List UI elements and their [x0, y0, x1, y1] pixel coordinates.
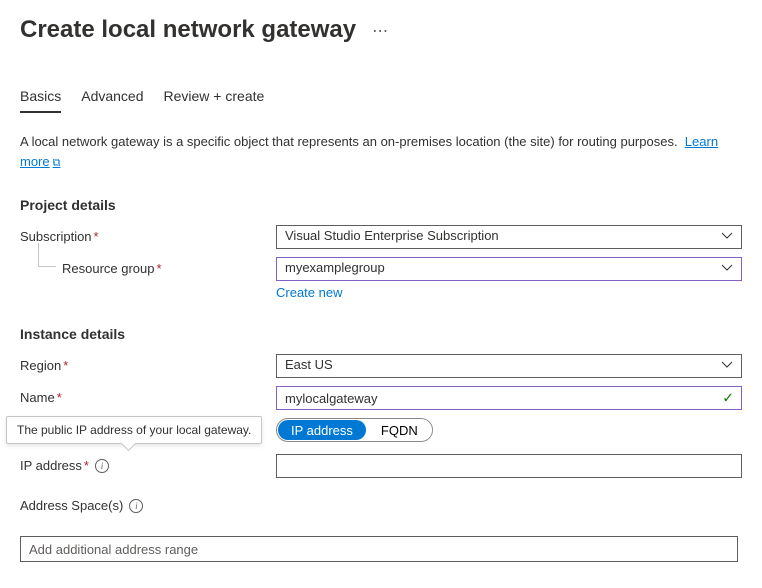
resource-group-dropdown[interactable]: myexamplegroup	[276, 257, 742, 281]
required-indicator: *	[57, 390, 62, 405]
more-icon: ⋯	[372, 23, 390, 40]
resource-group-label: Resource group	[62, 261, 155, 276]
info-icon[interactable]: i	[95, 459, 109, 473]
endpoint-fqdn-option[interactable]: FQDN	[367, 419, 432, 441]
tree-connector	[38, 243, 56, 267]
endpoint-tooltip: The public IP address of your local gate…	[6, 416, 262, 444]
required-indicator: *	[84, 458, 89, 473]
chevron-down-icon	[721, 359, 733, 374]
tab-review-create[interactable]: Review + create	[164, 84, 265, 112]
external-link-icon: ⧉	[53, 157, 61, 169]
section-project-details: Project details	[20, 197, 742, 213]
page-title: Create local network gateway	[20, 16, 356, 44]
subscription-dropdown[interactable]: Visual Studio Enterprise Subscription	[276, 225, 742, 249]
subscription-value: Visual Studio Enterprise Subscription	[285, 228, 499, 243]
description: A local network gateway is a specific ob…	[20, 132, 742, 171]
required-indicator: *	[63, 358, 68, 373]
tab-advanced[interactable]: Advanced	[81, 84, 143, 112]
address-space-label: Address Space(s)	[20, 498, 123, 513]
region-dropdown[interactable]: East US	[276, 354, 742, 378]
endpoint-tooltip-text: The public IP address of your local gate…	[17, 423, 251, 437]
required-indicator: *	[157, 261, 162, 276]
more-button[interactable]: ⋯	[368, 20, 394, 44]
address-space-input[interactable]	[20, 536, 738, 562]
chevron-down-icon	[721, 262, 733, 277]
chevron-down-icon	[721, 230, 733, 245]
tab-basics[interactable]: Basics	[20, 84, 61, 112]
subscription-label: Subscription	[20, 229, 92, 244]
region-value: East US	[285, 357, 333, 372]
endpoint-toggle: IP address FQDN	[276, 418, 433, 442]
region-label: Region	[20, 358, 61, 373]
name-input[interactable]	[276, 386, 742, 410]
ip-address-input[interactable]	[276, 454, 742, 478]
description-text: A local network gateway is a specific ob…	[20, 134, 678, 149]
create-new-link[interactable]: Create new	[276, 285, 342, 300]
section-instance-details: Instance details	[20, 326, 742, 342]
info-icon[interactable]: i	[129, 499, 143, 513]
name-label: Name	[20, 390, 55, 405]
resource-group-value: myexamplegroup	[285, 260, 385, 275]
endpoint-ip-option[interactable]: IP address	[278, 420, 366, 440]
tabs: Basics Advanced Review + create	[20, 84, 742, 118]
required-indicator: *	[94, 229, 99, 244]
ip-address-label: IP address	[20, 458, 82, 473]
